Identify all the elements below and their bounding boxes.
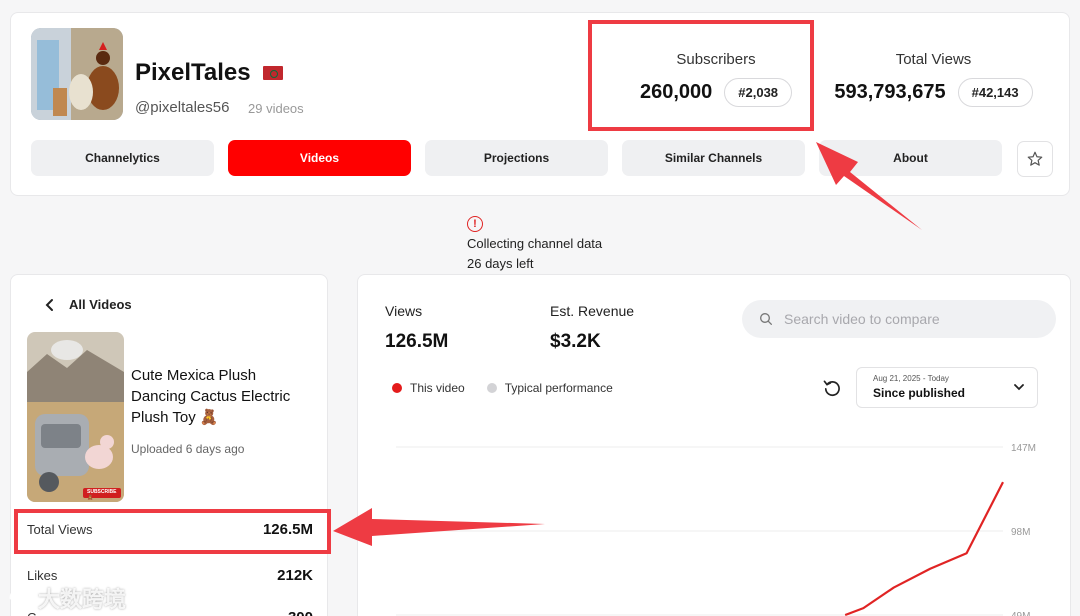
channel-header-card: PixelTales @pixeltales56 29 videos Subsc… — [10, 12, 1070, 196]
metric-value: 300 — [288, 609, 313, 616]
channel-nav-tabs: Channelytics Videos Projections Similar … — [31, 140, 1002, 176]
tab-videos[interactable]: Videos — [228, 140, 411, 176]
refresh-icon[interactable] — [822, 378, 842, 398]
total-views-rank-badge[interactable]: #42,143 — [957, 78, 1033, 107]
watermark: 大数跨境 — [8, 582, 126, 614]
compare-search[interactable] — [742, 300, 1056, 338]
legend-this-video[interactable]: This video — [392, 381, 465, 395]
legend-label: This video — [410, 381, 465, 395]
channel-name: PixelTales — [135, 59, 251, 86]
y-tick-label: 49M — [1011, 611, 1030, 616]
views-chart: 147M 98M 49M — [396, 443, 1036, 616]
revenue-kpi-value: $3.2K — [550, 331, 601, 352]
tab-projections[interactable]: Projections — [425, 140, 608, 176]
chevron-left-icon — [45, 298, 53, 311]
total-views-highlight-box — [14, 509, 331, 554]
watermark-text: 大数跨境 — [38, 587, 127, 612]
legend-typical-performance[interactable]: Typical performance — [486, 381, 613, 395]
date-range-select[interactable]: Aug 21, 2025 - Today Since published — [856, 367, 1038, 408]
revenue-kpi: Est. Revenue $3.2K — [550, 303, 634, 353]
video-count: 29 videos — [248, 101, 304, 116]
watermark-logo-icon — [9, 589, 33, 601]
y-tick-label: 147M — [1011, 443, 1036, 454]
page: PixelTales @pixeltales56 29 videos Subsc… — [0, 0, 1080, 616]
alert-circle-icon: ! — [467, 216, 483, 232]
notice-line-1: Collecting channel data — [467, 236, 603, 251]
video-detail-card: All Videos SUBSCRIBE 🧸 Cute Mexica Plush… — [10, 274, 328, 616]
search-icon — [760, 313, 772, 325]
upload-date: Uploaded 6 days ago — [131, 442, 245, 456]
views-kpi-value: 126.5M — [385, 331, 449, 352]
thumbnail-badge: SUBSCRIBE 🧸 — [87, 489, 117, 501]
series-line-this-video[interactable] — [844, 481, 1004, 616]
y-tick-label: 98M — [1011, 527, 1030, 538]
channel-handle: @pixeltales56 — [135, 99, 230, 116]
metric-label: Likes — [27, 568, 58, 583]
back-to-all-videos[interactable]: All Videos — [45, 297, 132, 312]
total-views-value: 593,793,675 — [834, 81, 946, 103]
chevron-down-icon — [1014, 384, 1024, 391]
views-kpi: Views 126.5M — [385, 303, 448, 353]
morocco-flag-icon — [263, 66, 283, 80]
metric-value: 212K — [277, 567, 313, 584]
compare-search-input[interactable] — [784, 311, 1034, 327]
favorite-button[interactable] — [1017, 141, 1053, 177]
video-title: Cute Mexica Plush Dancing Cactus Electri… — [131, 367, 291, 426]
subscribers-highlight-box — [588, 20, 814, 131]
performance-card: Views 126.5M Est. Revenue $3.2K This vid… — [357, 274, 1071, 616]
notice-line-2: 26 days left — [467, 256, 534, 271]
legend-dot-gray — [486, 383, 497, 393]
legend-dot-red — [392, 383, 402, 393]
legend-label: Typical performance — [504, 381, 613, 395]
channel-avatar[interactable] — [31, 28, 123, 120]
total-views-label: Total Views — [895, 51, 972, 68]
tab-about[interactable]: About — [819, 140, 1002, 176]
star-icon — [1027, 151, 1043, 166]
views-kpi-label: Views — [385, 303, 423, 319]
data-collection-notice: ! Collecting channel data 26 days left — [467, 216, 602, 274]
revenue-kpi-label: Est. Revenue — [550, 303, 635, 319]
video-thumbnail[interactable]: SUBSCRIBE 🧸 — [27, 332, 124, 502]
back-label: All Videos — [69, 297, 132, 312]
tab-channelytics[interactable]: Channelytics — [31, 140, 214, 176]
total-views-stat: Total Views 593,793,675 #42,143 — [831, 51, 1036, 107]
chart-legend: This video Typical performance — [392, 381, 613, 395]
tab-similar-channels[interactable]: Similar Channels — [622, 140, 805, 176]
